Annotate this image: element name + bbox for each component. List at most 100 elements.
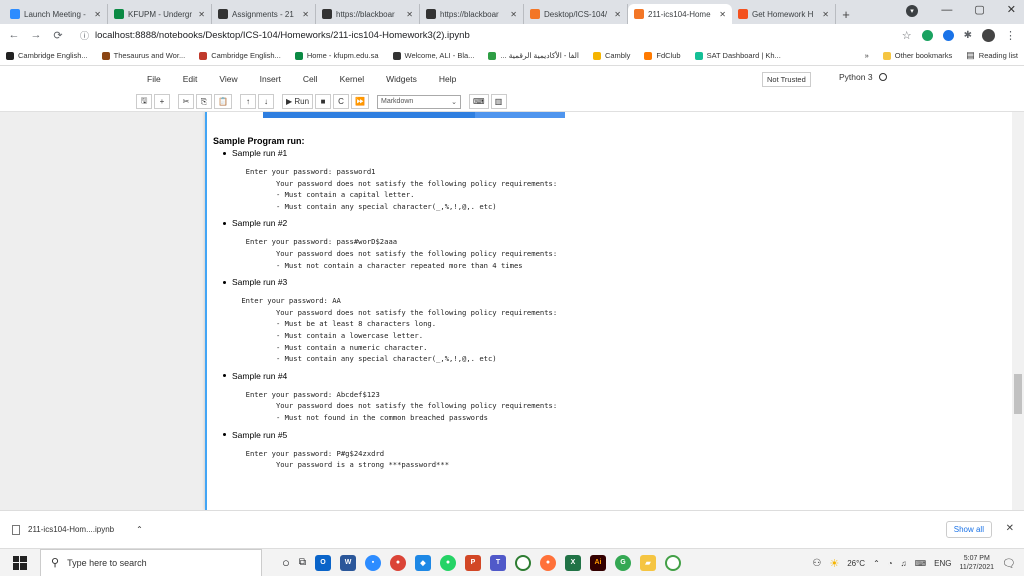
close-tab-icon[interactable]: ✕ [719, 10, 726, 19]
bookmark-item[interactable]: Welcome, ALI - Bla... [392, 51, 474, 60]
firefox-icon[interactable]: ● [540, 554, 556, 571]
menu-widgets[interactable]: Widgets [375, 74, 428, 84]
reload-icon[interactable]: ⟳ [52, 29, 64, 42]
task-view-icon[interactable]: ⧉ [299, 557, 306, 568]
bookmark-item[interactable]: ... الفا - الأكاديمية الرقمية [488, 51, 579, 60]
close-tab-icon[interactable]: ✕ [510, 10, 517, 19]
download-item[interactable]: 211-ics104-Hom....ipynb ⌃ [12, 524, 143, 535]
notifications-icon[interactable]: 🗨 [1002, 557, 1016, 570]
profile-avatar[interactable] [982, 28, 995, 42]
url-input[interactable]: ⓘ localhost:8888/notebooks/Desktop/ICS-1… [74, 26, 892, 44]
cortana-icon[interactable]: ○ [282, 555, 290, 570]
menu-cell[interactable]: Cell [292, 74, 329, 84]
bookmark-item[interactable]: Thesaurus and Wor... [101, 51, 185, 60]
browser-tab[interactable]: Desktop/ICS-104/ ✕ [524, 4, 628, 24]
close-tab-icon[interactable]: ✕ [94, 10, 101, 19]
vertical-scrollbar[interactable] [1012, 112, 1024, 510]
extension-icon-1[interactable] [921, 29, 933, 41]
menu-view[interactable]: View [208, 74, 248, 84]
run-button[interactable]: ▶ Run [281, 94, 314, 109]
paste-icon[interactable]: 📋 [214, 94, 232, 109]
reading-list-button[interactable]: ▤ Reading list [966, 50, 1018, 61]
browser-tab[interactable]: https://blackboar ✕ [316, 4, 420, 24]
close-tab-icon[interactable]: ✕ [406, 10, 413, 19]
cell-type-select[interactable]: Markdown ⌄ [377, 94, 461, 109]
language-indicator[interactable]: ENG [934, 559, 951, 568]
info-icon[interactable]: ⓘ [80, 29, 89, 42]
zoom-app-icon[interactable]: ▪ [365, 554, 381, 571]
browser-tab[interactable]: Assignments - 21 ✕ [212, 4, 316, 24]
close-window-icon[interactable]: ✕ [1007, 3, 1016, 16]
save-icon[interactable]: 🖫 [136, 94, 152, 109]
chart-icon[interactable]: ▥ [490, 94, 507, 109]
restart-icon[interactable]: C [333, 94, 350, 109]
weather-icon[interactable]: ☀ [829, 557, 839, 570]
keyboard-tray-icon[interactable]: ⌨ [915, 559, 927, 568]
people-icon[interactable]: ⚇ [812, 558, 821, 569]
network-icon[interactable]: ◔ [888, 559, 893, 568]
whatsapp-icon[interactable]: ● [440, 554, 456, 571]
file-explorer-icon[interactable]: ▰ [640, 554, 656, 571]
menu-insert[interactable]: Insert [249, 74, 292, 84]
chevron-up-icon[interactable]: ⌃ [136, 525, 143, 534]
weather-temp[interactable]: 26°C [847, 559, 865, 568]
close-tab-icon[interactable]: ✕ [822, 10, 829, 19]
powerpoint-icon[interactable]: P [465, 554, 481, 571]
volume-icon[interactable]: ♫ [901, 559, 907, 568]
menu-file[interactable]: File [136, 74, 172, 84]
outlook-icon[interactable]: O [315, 554, 331, 571]
trust-status-button[interactable]: Not Trusted [762, 72, 811, 87]
chrome-icon[interactable]: ● [390, 554, 406, 571]
bookmark-item[interactable]: FdClub [644, 51, 681, 60]
bookmark-item[interactable]: Home - kfupm.edu.sa [294, 51, 379, 60]
restart-run-all-icon[interactable]: ⏩ [351, 94, 369, 109]
circle-outline-icon[interactable] [665, 554, 681, 571]
interrupt-icon[interactable]: ■ [315, 94, 332, 109]
browser-tab[interactable]: Get Homework H ✕ [732, 4, 836, 24]
move-down-icon[interactable]: ↓ [257, 94, 274, 109]
extensions-puzzle-icon[interactable]: ✱ [964, 30, 972, 41]
scrollbar-thumb[interactable] [1014, 374, 1022, 414]
minimize-icon[interactable]: — [941, 4, 952, 16]
word-icon[interactable]: W [340, 554, 356, 571]
browser-tab[interactable]: https://blackboar ✕ [420, 4, 524, 24]
bookmark-item[interactable]: Cambly [592, 51, 630, 60]
more-bookmarks-chevron[interactable]: » [865, 51, 869, 60]
cut-icon[interactable]: ✂ [178, 94, 194, 109]
menu-kernel[interactable]: Kernel [329, 74, 376, 84]
bookmark-item[interactable]: Cambridge English... [199, 51, 281, 60]
show-all-button[interactable]: Show all [945, 521, 992, 538]
browser-tab[interactable]: 211-ics104-Home ✕ [628, 4, 732, 24]
bookmark-star-icon[interactable]: ☆ [902, 29, 912, 42]
tab-search-icon[interactable]: ▾ [906, 5, 918, 17]
keyboard-icon[interactable]: ⌨ [469, 94, 489, 109]
markdown-cell[interactable]: Sample Program run: Sample run #1 Enter … [213, 136, 993, 471]
taskbar-search[interactable]: ⚲ Type here to search [40, 548, 262, 576]
back-icon[interactable]: ← [8, 29, 20, 41]
new-tab-button[interactable]: + [836, 4, 856, 24]
maximize-icon[interactable]: ▢ [974, 3, 984, 16]
close-download-bar-icon[interactable]: ✕ [1006, 523, 1014, 534]
bookmark-item[interactable]: Cambridge English... [6, 51, 88, 60]
menu-edit[interactable]: Edit [172, 74, 209, 84]
other-bookmarks-folder[interactable]: Other bookmarks [882, 51, 952, 60]
close-tab-icon[interactable]: ✕ [198, 10, 205, 19]
teams-icon[interactable]: T [490, 554, 506, 571]
circle-app-icon[interactable] [515, 554, 531, 571]
forward-icon[interactable]: → [30, 29, 42, 41]
browser-tab[interactable]: Launch Meeting - ✕ [4, 4, 108, 24]
extension-icon-2[interactable] [942, 29, 954, 41]
close-tab-icon[interactable]: ✕ [614, 10, 621, 19]
clock[interactable]: 5:07 PM 11/27/2021 [960, 554, 995, 572]
vscode-icon[interactable]: ◆ [415, 554, 431, 571]
menu-help[interactable]: Help [428, 74, 467, 84]
illustrator-icon[interactable]: Ai [590, 554, 606, 571]
close-tab-icon[interactable]: ✕ [302, 10, 309, 19]
tray-expand-icon[interactable]: ⌃ [873, 559, 880, 568]
insert-cell-icon[interactable]: + [154, 94, 170, 109]
browser-tab[interactable]: KFUPM - Undergr ✕ [108, 4, 212, 24]
copy-icon[interactable]: ⎘ [196, 94, 212, 109]
google-icon[interactable]: G [615, 554, 631, 571]
bookmark-item[interactable]: SAT Dashboard | Kh... [694, 51, 781, 60]
chrome-menu-icon[interactable]: ⋮ [1005, 29, 1016, 42]
